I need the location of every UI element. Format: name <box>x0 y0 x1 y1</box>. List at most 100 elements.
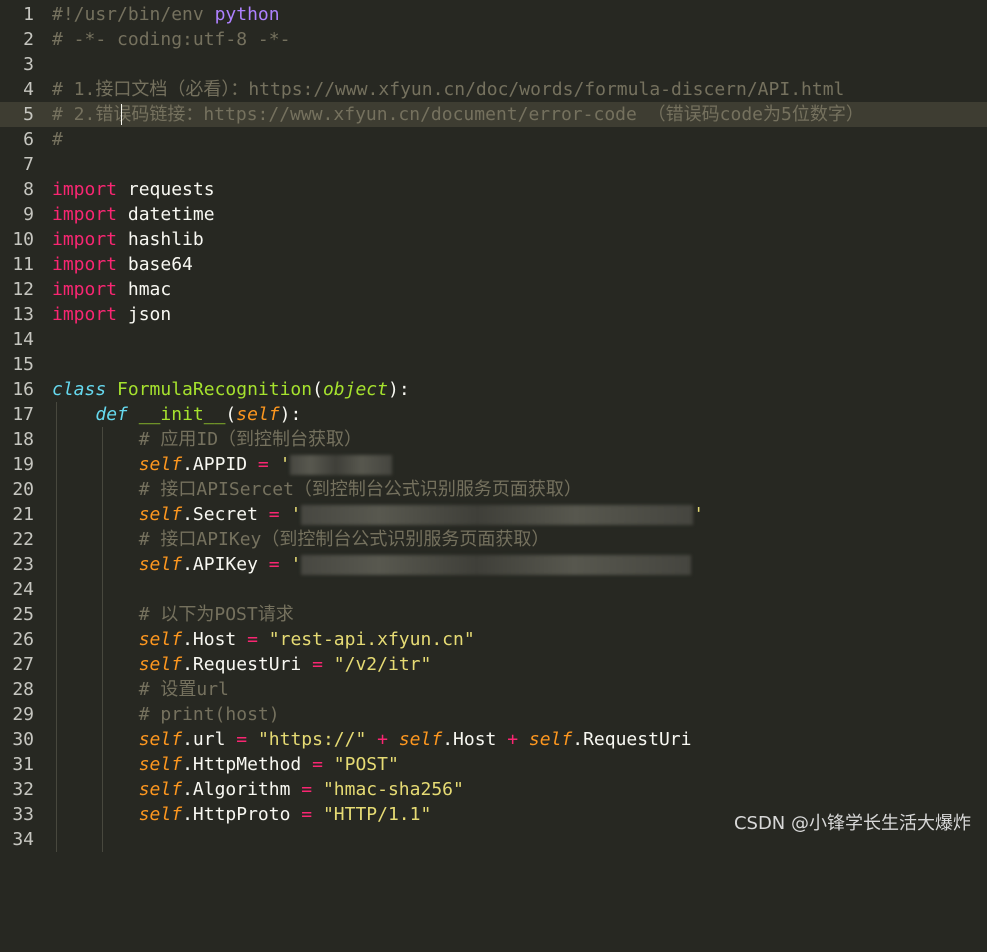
self-keyword: self <box>398 729 443 750</box>
code-line[interactable]: 21 self.Secret = ' ' <box>0 502 987 527</box>
code-line[interactable]: 31 self.HttpMethod = "POST" <box>0 752 987 777</box>
url-comment: # 设置url <box>138 679 229 700</box>
indent-guide <box>102 827 103 852</box>
self-keyword: self <box>138 729 183 750</box>
code-line[interactable]: 27 self.RequestUri = "/v2/itr" <box>0 652 987 677</box>
self-keyword: self <box>138 554 183 575</box>
line-number: 21 <box>12 504 34 525</box>
line-number: 1 <box>23 4 34 25</box>
shebang-python: python <box>214 4 280 25</box>
line-number: 5 <box>23 104 34 125</box>
code-line[interactable]: 26 self.Host = "rest-api.xfyun.cn" <box>0 627 987 652</box>
line-number: 3 <box>23 54 34 75</box>
empty-comment: # <box>52 129 63 150</box>
line-number: 33 <box>12 804 34 825</box>
line-number: 7 <box>23 154 34 175</box>
code-line[interactable]: 24 <box>0 577 987 602</box>
shebang-comment: #!/usr/bin/env <box>52 4 215 25</box>
text-cursor <box>121 104 122 125</box>
indent-guide <box>56 827 57 852</box>
code-line[interactable]: 14 <box>0 327 987 352</box>
module-name: datetime <box>117 204 215 225</box>
code-line[interactable]: 12 import hmac <box>0 277 987 302</box>
code-line[interactable]: 11 import base64 <box>0 252 987 277</box>
paren-open: ( <box>225 404 237 425</box>
line-number: 12 <box>12 279 34 300</box>
string-quote: ' <box>693 504 705 525</box>
attribute-apikey: .APIKey <box>182 554 258 575</box>
code-line[interactable]: 15 <box>0 352 987 377</box>
code-line[interactable]: 4 # 1.接口文档（必看）：https://www.xfyun.cn/doc/… <box>0 77 987 102</box>
self-keyword: self <box>138 804 183 825</box>
code-line[interactable]: 18 # 应用ID（到控制台获取） <box>0 427 987 452</box>
line-number: 19 <box>12 454 34 475</box>
line-number: 6 <box>23 129 34 150</box>
class-name: FormulaRecognition <box>117 379 313 400</box>
import-keyword: import <box>52 279 118 300</box>
code-line[interactable]: 29 # print(host) <box>0 702 987 727</box>
secret-comment: # 接口APISercet（到控制台公式识别服务页面获取） <box>138 479 582 500</box>
print-comment: # print(host) <box>138 704 280 725</box>
line-number: 31 <box>12 754 34 775</box>
string-literal: "rest-api.xfyun.cn" <box>268 629 475 650</box>
paren-open: ( <box>312 379 323 400</box>
line-number: 18 <box>12 429 34 450</box>
line-number: 15 <box>12 354 34 375</box>
attribute-requesturi: .RequestUri <box>572 729 692 750</box>
attribute-host: .Host <box>442 729 497 750</box>
code-line[interactable]: 17 def __init__(self): <box>0 402 987 427</box>
code-line[interactable]: 13 import json <box>0 302 987 327</box>
self-keyword: self <box>138 504 183 525</box>
code-line[interactable]: 20 # 接口APISercet（到控制台公式识别服务页面获取） <box>0 477 987 502</box>
code-line[interactable]: 2 # -*- coding:utf-8 -*- <box>0 27 987 52</box>
assign-operator: = <box>236 629 269 650</box>
code-line[interactable]: 7 <box>0 152 987 177</box>
code-line[interactable]: 28 # 设置url <box>0 677 987 702</box>
attribute-host: .Host <box>182 629 237 650</box>
code-line-active[interactable]: 5 # 2.错误码链接：https://www.xfyun.cn/documen… <box>0 102 987 127</box>
code-line[interactable]: 16 class FormulaRecognition(object): <box>0 377 987 402</box>
attribute-appid: .APPID <box>182 454 248 475</box>
redacted-value <box>301 505 694 525</box>
string-literal: "HTTP/1.1" <box>322 804 432 825</box>
line-number: 29 <box>12 704 34 725</box>
code-line[interactable]: 10 import hashlib <box>0 227 987 252</box>
line-number: 27 <box>12 654 34 675</box>
self-keyword: self <box>138 454 183 475</box>
code-line[interactable]: 22 # 接口APIKey（到控制台公式识别服务页面获取） <box>0 527 987 552</box>
method-name: __init__ <box>138 404 226 425</box>
code-editor[interactable]: 1 #!/usr/bin/env python 2 # -*- coding:u… <box>0 2 987 852</box>
line-number: 10 <box>12 229 34 250</box>
code-line[interactable]: 6 # <box>0 127 987 152</box>
line-number: 4 <box>23 79 34 100</box>
code-line[interactable]: 32 self.Algorithm = "hmac-sha256" <box>0 777 987 802</box>
attribute-requesturi: .RequestUri <box>182 654 302 675</box>
code-line[interactable]: 8 import requests <box>0 177 987 202</box>
string-quote: ' <box>290 554 302 575</box>
error-code-comment: # 2.错误码链接：https://www.xfyun.cn/document/… <box>52 104 864 125</box>
import-keyword: import <box>52 229 118 250</box>
code-line[interactable]: 30 self.url = "https://" + self.Host + s… <box>0 727 987 752</box>
self-keyword: self <box>138 754 183 775</box>
code-line[interactable]: 9 import datetime <box>0 202 987 227</box>
string-literal: "https://" <box>257 729 367 750</box>
code-line[interactable]: 23 self.APIKey = ' <box>0 552 987 577</box>
line-number: 34 <box>12 829 34 850</box>
module-name: hashlib <box>117 229 204 250</box>
redacted-value <box>301 555 692 575</box>
code-line[interactable]: 3 <box>0 52 987 77</box>
import-keyword: import <box>52 304 118 325</box>
line-number: 28 <box>12 679 34 700</box>
module-name: hmac <box>117 279 172 300</box>
assign-operator: = <box>225 729 258 750</box>
code-line[interactable]: 25 # 以下为POST请求 <box>0 602 987 627</box>
string-literal: "hmac-sha256" <box>322 779 464 800</box>
indent-guide <box>102 577 103 602</box>
line-number: 32 <box>12 779 34 800</box>
import-keyword: import <box>52 179 118 200</box>
module-name: base64 <box>117 254 193 275</box>
code-line[interactable]: 1 #!/usr/bin/env python <box>0 2 987 27</box>
code-line[interactable]: 19 self.APPID = ' <box>0 452 987 477</box>
self-param: self <box>236 404 280 425</box>
import-keyword: import <box>52 204 118 225</box>
